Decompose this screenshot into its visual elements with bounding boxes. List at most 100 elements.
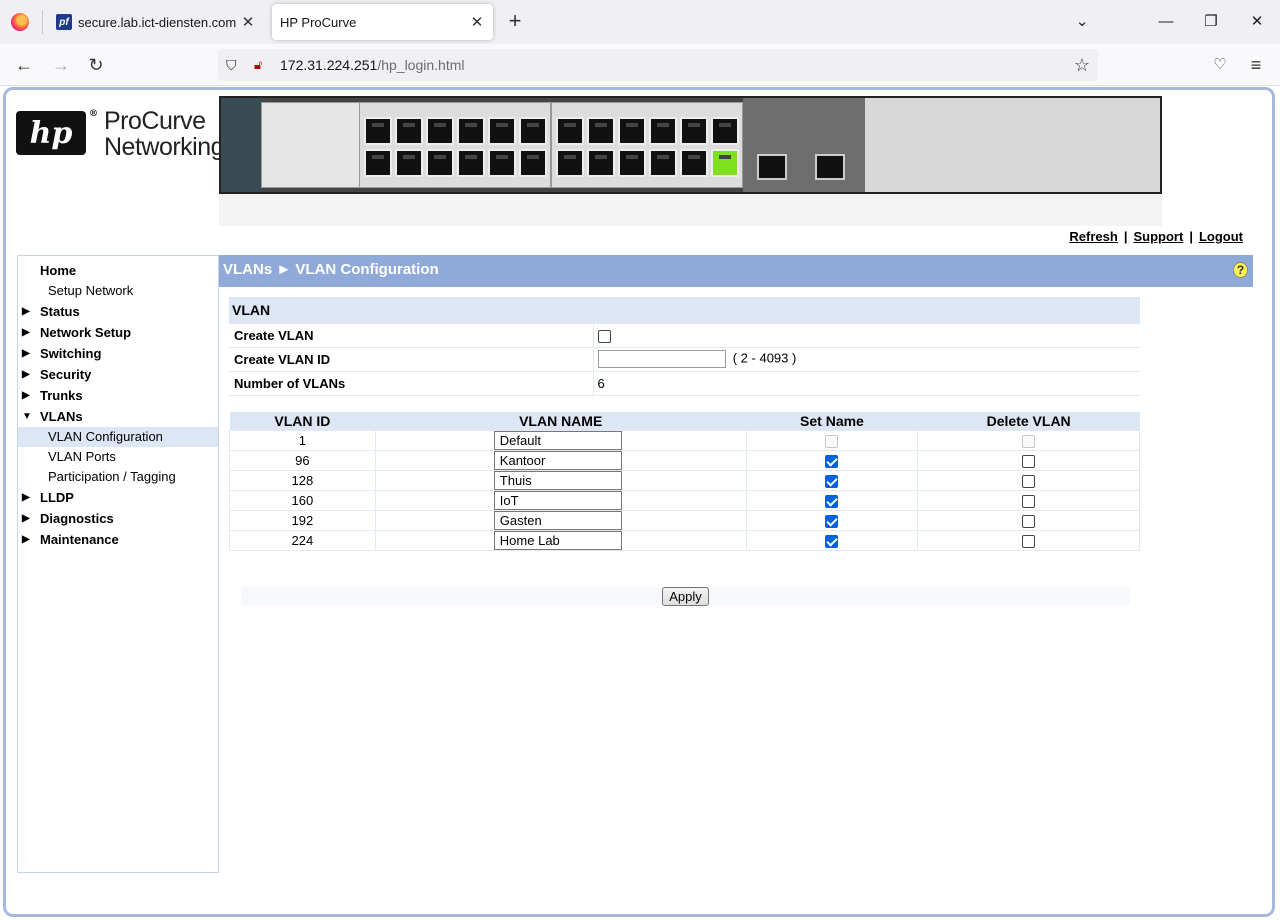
create-vlan-checkbox[interactable]: [597, 329, 611, 343]
browser-tab-active[interactable]: HP ProCurve ✕: [272, 4, 493, 40]
set-name-checkbox: [825, 434, 839, 448]
table-row: 160: [229, 489, 1140, 511]
main-content: VLANs ► VLAN Configuration ? VLAN Create…: [219, 255, 1253, 606]
link-separator: |: [1189, 229, 1193, 244]
expand-arrow-icon: ▶: [22, 327, 30, 338]
browser-tab-inactive[interactable]: pf secure.lab.ict-diensten.com - St ✕: [44, 0, 264, 44]
delete-vlan-checkbox[interactable]: [1022, 534, 1036, 548]
vlan-name-cell: [374, 449, 747, 471]
bookmark-star-icon[interactable]: ☆: [1074, 55, 1090, 76]
sidebar-item-label: Trunks: [40, 388, 83, 403]
menu-icon[interactable]: ≡: [1243, 52, 1269, 78]
sidebar-item-security[interactable]: ▶ Security: [18, 364, 218, 385]
table-row: 128: [229, 469, 1140, 491]
set-name-checkbox[interactable]: [825, 534, 839, 548]
sidebar-item-lldp[interactable]: ▶ LLDP: [18, 487, 218, 508]
vlan-name-input[interactable]: [493, 490, 622, 510]
insecure-lock-icon[interactable]: 🔓︎: [254, 57, 270, 73]
minimize-icon[interactable]: —: [1154, 10, 1178, 34]
sidebar-item-label: Maintenance: [40, 532, 119, 547]
active-port-icon: [711, 149, 739, 177]
back-icon[interactable]: ←: [11, 52, 37, 78]
set-name-checkbox[interactable]: [825, 474, 839, 488]
firefox-icon[interactable]: [11, 13, 29, 31]
delete-vlan-checkbox[interactable]: [1022, 494, 1036, 508]
divider: [42, 10, 43, 34]
sidebar-item-vlan-configuration[interactable]: VLAN Configuration: [18, 427, 218, 447]
table-row: 1: [229, 429, 1140, 451]
create-vlan-id-input[interactable]: [597, 350, 726, 368]
browser-navbar: ← → ↻ ⛉ 🔓︎ 172.31.224.251/hp_login.html …: [0, 44, 1280, 86]
vlan-id-range-hint: ( 2 - 4093 ): [732, 350, 797, 366]
vlan-name-input[interactable]: [493, 430, 622, 450]
sidebar-item-label: VLANs: [40, 409, 83, 424]
logout-link[interactable]: Logout: [1199, 229, 1243, 244]
tab-title: secure.lab.ict-diensten.com - St: [78, 14, 238, 30]
top-links: Refresh | Support | Logout: [1069, 229, 1243, 244]
set-name-checkbox[interactable]: [825, 514, 839, 528]
delete-vlan-checkbox[interactable]: [1022, 474, 1036, 488]
set-name-checkbox[interactable]: [825, 494, 839, 508]
sidebar-item-vlans[interactable]: ▼ VLANs: [18, 406, 218, 427]
refresh-link[interactable]: Refresh: [1069, 229, 1117, 244]
browser-tabbar: pf secure.lab.ict-diensten.com - St ✕ HP…: [0, 0, 1280, 44]
table-row: 96: [229, 449, 1140, 471]
set-name-checkbox[interactable]: [825, 454, 839, 468]
vlan-id-cell: 128: [229, 469, 376, 491]
sidebar-item-setup-network[interactable]: Setup Network: [18, 281, 218, 301]
sidebar-item-participation-tagging[interactable]: Participation / Tagging: [18, 467, 218, 487]
set-name-cell: [745, 449, 919, 471]
vlan-list-table: VLAN ID VLAN NAME Set Name Delete VLAN 1…: [229, 412, 1140, 551]
vlan-name-input[interactable]: [493, 530, 622, 550]
brand-text: ProCurve Networking: [104, 107, 225, 160]
procurve-logo: hp ProCurve Networking: [16, 108, 225, 168]
close-tab-icon[interactable]: ✕: [467, 13, 487, 31]
sidebar-item-label: Network Setup: [40, 325, 132, 340]
breadcrumb: VLANs ► VLAN Configuration ?: [219, 255, 1253, 287]
number-of-vlans-value: 6: [592, 371, 1140, 396]
support-link[interactable]: Support: [1133, 229, 1183, 244]
close-window-icon[interactable]: ✕: [1245, 10, 1269, 34]
address-bar[interactable]: ⛉ 🔓︎ 172.31.224.251/hp_login.html ☆: [218, 49, 1098, 81]
expand-arrow-icon: ▶: [22, 306, 30, 317]
delete-vlan-checkbox[interactable]: [1022, 454, 1036, 468]
vlan-name-cell: [374, 429, 747, 451]
brand-line-1: ProCurve: [104, 107, 206, 135]
sidebar-item-maintenance[interactable]: ▶ Maintenance: [18, 529, 218, 550]
col-header-vlan-name: VLAN NAME: [375, 412, 747, 430]
vlan-name-input[interactable]: [493, 470, 622, 490]
help-icon[interactable]: ?: [1233, 262, 1248, 278]
vlan-name-input[interactable]: [493, 450, 622, 470]
breadcrumb-text: VLANs ► VLAN Configuration: [223, 261, 439, 278]
sidebar-item-label: Home: [40, 263, 77, 278]
delete-vlan-cell: [917, 449, 1140, 471]
col-header-set-name: Set Name: [746, 412, 918, 430]
delete-vlan-checkbox[interactable]: [1022, 514, 1036, 528]
shield-icon[interactable]: ⛉: [226, 57, 242, 74]
sidebar-item-trunks[interactable]: ▶ Trunks: [18, 385, 218, 406]
delete-vlan-cell: [917, 509, 1140, 531]
vlan-id-cell: 192: [229, 509, 376, 531]
vlan-id-cell: 160: [229, 489, 376, 511]
apply-button[interactable]: Apply: [662, 587, 709, 606]
tab-list-chevron-icon[interactable]: ⌄: [1070, 10, 1094, 34]
sidebar-item-vlan-ports[interactable]: VLAN Ports: [18, 447, 218, 467]
new-tab-icon[interactable]: +: [503, 10, 527, 34]
pocket-icon[interactable]: ♡: [1207, 52, 1233, 78]
panel-blank-section: [865, 98, 1160, 192]
sidebar-item-status[interactable]: ▶ Status: [18, 301, 218, 322]
vlan-name-input[interactable]: [493, 510, 622, 530]
sidebar-item-home[interactable]: Home: [18, 260, 218, 281]
forward-icon[interactable]: →: [48, 52, 74, 78]
sidebar-item-diagnostics[interactable]: ▶ Diagnostics: [18, 508, 218, 529]
url-path: /hp_login.html: [377, 57, 465, 73]
sidebar-item-label: Diagnostics: [40, 511, 114, 526]
pf-favicon-icon: pf: [56, 14, 72, 30]
set-name-cell: [745, 469, 919, 491]
restore-icon[interactable]: ❐: [1199, 10, 1223, 34]
led-panel: [261, 102, 361, 188]
sidebar-item-network-setup[interactable]: ▶ Network Setup: [18, 322, 218, 343]
close-tab-icon[interactable]: ✕: [238, 13, 258, 31]
reload-icon[interactable]: ↻: [83, 52, 109, 78]
sidebar-item-switching[interactable]: ▶ Switching: [18, 343, 218, 364]
